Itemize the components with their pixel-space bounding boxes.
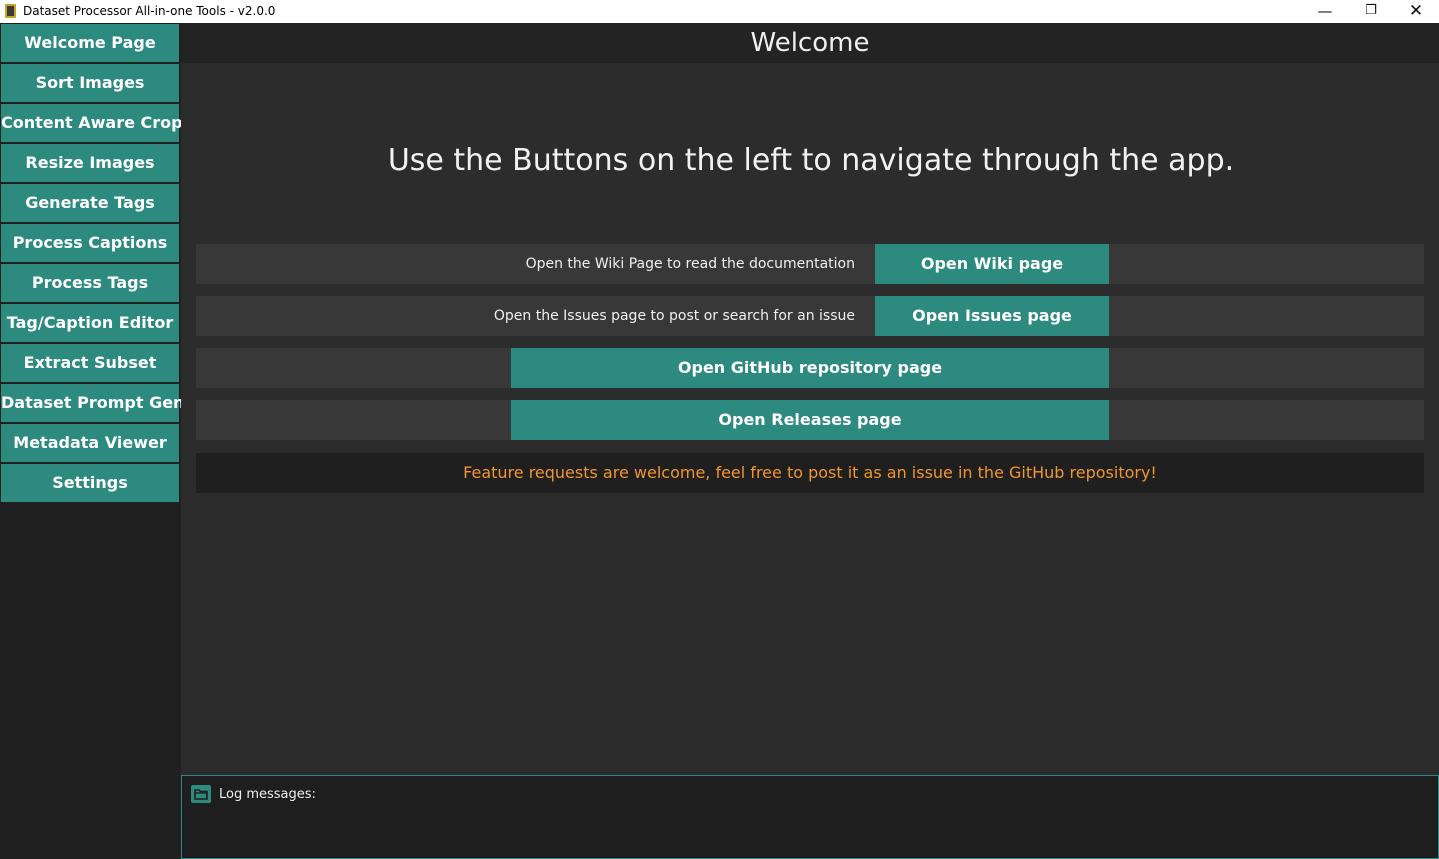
nav-resize-images-button[interactable]: Resize Images xyxy=(1,144,179,182)
maximize-button[interactable]: ❐ xyxy=(1348,0,1394,22)
app-window: Dataset Processor All-in-one Tools - v2.… xyxy=(0,0,1439,859)
welcome-content: Use the Buttons on the left to navigate … xyxy=(181,63,1439,775)
feature-request-note: Feature requests are welcome, feel free … xyxy=(196,453,1424,493)
issues-description: Open the Issues page to post or search f… xyxy=(493,308,855,324)
nav-settings-button[interactable]: Settings xyxy=(1,464,179,502)
nav-dataset-prompt-gen-button[interactable]: Dataset Prompt Gen xyxy=(1,384,184,422)
close-button[interactable]: ✕ xyxy=(1393,0,1439,22)
releases-row: Open Releases page xyxy=(196,400,1424,440)
open-wiki-button[interactable]: Open Wiki page xyxy=(875,244,1109,284)
nav-welcome-page-button[interactable]: Welcome Page xyxy=(1,24,179,62)
github-row: Open GitHub repository page xyxy=(196,348,1424,388)
wiki-row: Open the Wiki Page to read the documenta… xyxy=(196,244,1424,284)
nav-tag-caption-editor-button[interactable]: Tag/Caption Editor xyxy=(1,304,179,342)
nav-process-tags-button[interactable]: Process Tags xyxy=(1,264,179,302)
issues-row: Open the Issues page to post or search f… xyxy=(196,296,1424,336)
minimize-button[interactable]: — xyxy=(1302,0,1348,22)
nav-content-aware-crop-button[interactable]: Content Aware Crop xyxy=(1,104,183,142)
log-panel: Log messages: xyxy=(181,775,1439,859)
nav-metadata-viewer-button[interactable]: Metadata Viewer xyxy=(1,424,179,462)
sidebar: Welcome Page Sort Images Content Aware C… xyxy=(0,23,184,859)
window-title: Dataset Processor All-in-one Tools - v2.… xyxy=(23,4,276,18)
app-icon xyxy=(5,4,16,18)
page-title: Welcome xyxy=(750,28,870,58)
nav-extract-subset-button[interactable]: Extract Subset xyxy=(1,344,179,382)
welcome-headline: Use the Buttons on the left to navigate … xyxy=(387,143,1235,178)
folder-icon[interactable] xyxy=(191,785,211,803)
open-issues-button[interactable]: Open Issues page xyxy=(875,296,1109,336)
log-label: Log messages: xyxy=(219,787,316,802)
nav-sort-images-button[interactable]: Sort Images xyxy=(1,64,179,102)
open-github-button[interactable]: Open GitHub repository page xyxy=(511,348,1109,388)
page-header: Welcome xyxy=(181,23,1439,63)
wiki-description: Open the Wiki Page to read the documenta… xyxy=(525,256,855,272)
title-bar: Dataset Processor All-in-one Tools - v2.… xyxy=(0,0,1439,23)
open-releases-button[interactable]: Open Releases page xyxy=(511,400,1109,440)
nav-process-captions-button[interactable]: Process Captions xyxy=(1,224,179,262)
nav-generate-tags-button[interactable]: Generate Tags xyxy=(1,184,179,222)
